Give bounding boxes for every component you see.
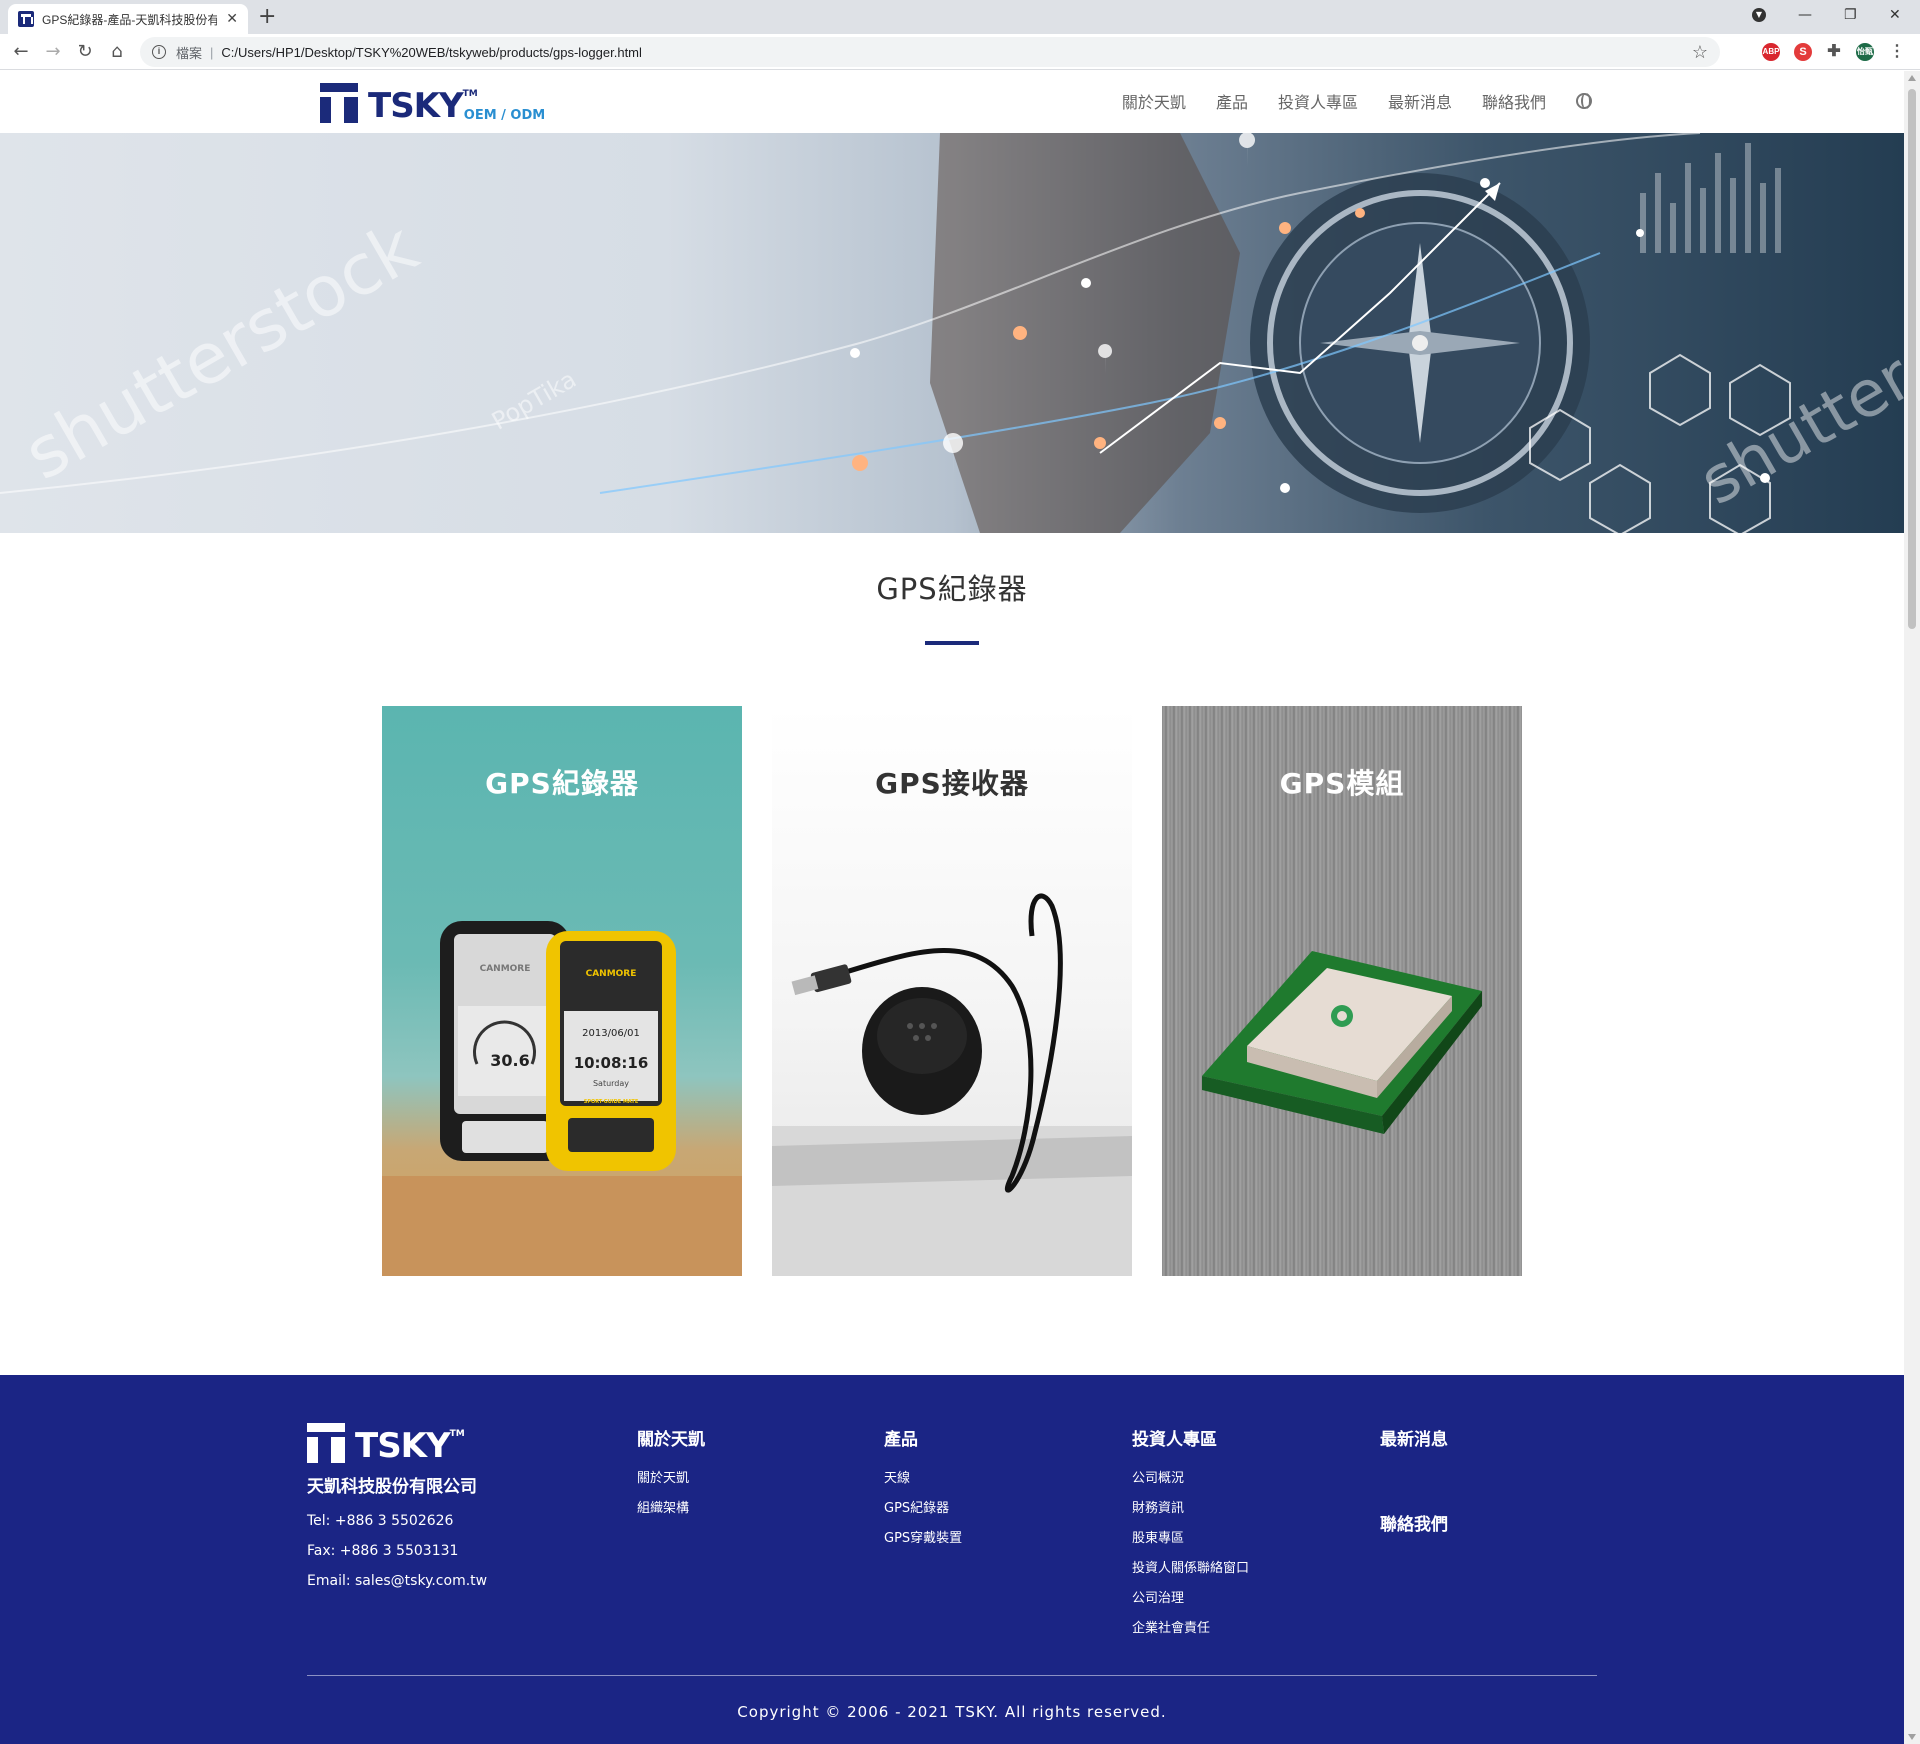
footer-heading-contact[interactable]: 聯絡我們	[1380, 1510, 1448, 1535]
scroll-up-arrow-icon[interactable]	[1908, 75, 1916, 81]
footer-logo-trademark: TM	[449, 1429, 465, 1439]
title-underline	[925, 641, 979, 645]
omnibox-separator: |	[210, 44, 214, 60]
nav-about[interactable]: 關於天凱	[1122, 89, 1186, 113]
browser-toolbar: ← → ↻ ⌂ i 檔案 | C:/Users/HP1/Desktop/TSKY…	[0, 34, 1920, 70]
svg-text:10:08:16: 10:08:16	[574, 1054, 649, 1072]
footer-heading-about[interactable]: 關於天凱	[637, 1425, 705, 1450]
nav-news[interactable]: 最新消息	[1388, 89, 1452, 113]
svg-text:Saturday: Saturday	[593, 1079, 629, 1088]
language-globe-icon[interactable]	[1576, 93, 1592, 109]
footer-col-news-contact: 最新消息 聯絡我們	[1380, 1425, 1448, 1549]
footer-link[interactable]: 天線	[884, 1464, 962, 1494]
svg-text:CANMORE: CANMORE	[586, 969, 637, 979]
watermark-poptika: PopTika	[487, 365, 581, 435]
minimize-button[interactable]: —	[1798, 0, 1812, 30]
gps-logger-device-image: 30.6 CANMORE CANMORE 2013/06/01 10:08:16…	[382, 921, 742, 1276]
footer-link[interactable]: 股東專區	[1132, 1524, 1249, 1554]
main-nav: 關於天凱 產品 投資人專區 最新消息 聯絡我們	[1092, 89, 1592, 113]
browser-tab-bar: GPS紀錄器-產品-天凱科技股份有限公司 ✕ + ▼ — ❐ ✕	[0, 0, 1920, 34]
gps-module-image	[1202, 951, 1482, 1134]
back-arrow-icon[interactable]: ←	[10, 41, 32, 63]
tab-title: GPS紀錄器-產品-天凱科技股份有限公司	[42, 12, 217, 27]
svg-text:CANMORE: CANMORE	[480, 964, 531, 974]
info-icon[interactable]: i	[152, 45, 166, 59]
footer-email[interactable]: Email: sales@tsky.com.tw	[307, 1573, 487, 1589]
footer-heading-products[interactable]: 產品	[884, 1425, 962, 1450]
extensions-puzzle-icon[interactable]: ✚	[1825, 43, 1843, 61]
footer-col-products: 產品 天線 GPS紀錄器 GPS穿戴裝置	[884, 1425, 962, 1554]
footer-col-about: 關於天凱 關於天凱 組織架構	[637, 1425, 705, 1524]
watermark-shutterst: shutterst	[1688, 311, 1904, 519]
logo-trademark: TM	[462, 89, 478, 99]
tsky-favicon-icon	[18, 11, 34, 27]
footer-link[interactable]: GPS紀錄器	[884, 1494, 962, 1524]
s-extension-icon[interactable]: S	[1794, 43, 1812, 61]
page-title: GPS紀錄器	[876, 572, 1028, 606]
file-label: 檔案	[176, 45, 203, 61]
profile-avatar[interactable]: 怡甄	[1856, 43, 1874, 61]
svg-text:SPORT-GUIDE MATE: SPORT-GUIDE MATE	[584, 1099, 639, 1105]
footer-link[interactable]: GPS穿戴裝置	[884, 1524, 962, 1554]
close-tab-icon[interactable]: ✕	[226, 11, 238, 27]
footer-link[interactable]: 投資人關係聯絡窗口	[1132, 1554, 1249, 1584]
footer-logo[interactable]: TSKY TM	[307, 1423, 465, 1463]
tab-search-icon[interactable]: ▼	[1752, 0, 1766, 30]
nav-investors[interactable]: 投資人專區	[1278, 89, 1358, 113]
close-window-button[interactable]: ✕	[1889, 0, 1901, 30]
bookmark-star-icon[interactable]: ☆	[1692, 42, 1708, 63]
footer-divider	[307, 1675, 1597, 1676]
footer-link[interactable]: 組織架構	[637, 1494, 705, 1524]
footer-col-investors: 投資人專區 公司概況 財務資訊 股東專區 投資人關係聯絡窗口 公司治理 企業社會…	[1132, 1425, 1249, 1644]
footer-heading-investors[interactable]: 投資人專區	[1132, 1425, 1249, 1450]
footer-link[interactable]: 企業社會責任	[1132, 1614, 1249, 1644]
card-gps-logger[interactable]: GPS紀錄器 30.6 CANMORE CANMORE 2013/06/01 1…	[382, 706, 742, 1276]
footer-copyright: Copyright © 2006 - 2021 TSKY. All rights…	[737, 1703, 1167, 1721]
watermark-shutterstock: shutterstock	[11, 206, 431, 496]
home-icon[interactable]: ⌂	[106, 41, 128, 63]
logo-subtitle: OEM / ODM	[463, 108, 546, 123]
footer-link[interactable]: 公司概況	[1132, 1464, 1249, 1494]
logo-text: TSKY	[368, 86, 464, 126]
url-text[interactable]: C:/Users/HP1/Desktop/TSKY%20WEB/tskyweb/…	[221, 45, 642, 60]
site-header: TSKY TM OEM / ODM 關於天凱 產品 投資人專區 最新消息 聯絡我…	[0, 71, 1904, 133]
adblock-extension-icon[interactable]: ABP	[1762, 43, 1780, 61]
scrollbar-thumb[interactable]	[1908, 89, 1916, 629]
forward-arrow-icon[interactable]: →	[42, 41, 64, 63]
footer-link[interactable]: 財務資訊	[1132, 1494, 1249, 1524]
gps-receiver-image	[772, 893, 1132, 1276]
footer-logo-text: TSKY	[355, 1426, 451, 1466]
footer-link[interactable]: 公司治理	[1132, 1584, 1249, 1614]
card-gps-module[interactable]: GPS模組	[1162, 706, 1522, 1276]
web-page: TSKY TM OEM / ODM 關於天凱 產品 投資人專區 最新消息 聯絡我…	[0, 71, 1904, 1744]
footer-company-name: 天凱科技股份有限公司	[307, 1477, 477, 1497]
footer-fax: Fax: +886 3 5503131	[307, 1543, 459, 1559]
footer-tel: Tel: +886 3 5502626	[307, 1513, 454, 1529]
browser-menu-icon[interactable]: ⋮	[1888, 43, 1906, 61]
tsky-logo[interactable]: TSKY TM OEM / ODM	[320, 83, 545, 123]
restore-button[interactable]: ❐	[1844, 0, 1857, 30]
new-tab-button[interactable]: +	[258, 4, 276, 30]
footer-heading-news[interactable]: 最新消息	[1380, 1425, 1448, 1450]
site-footer: TSKY TM 天凱科技股份有限公司 Tel: +886 3 5502626 F…	[0, 1375, 1904, 1744]
browser-tab[interactable]: GPS紀錄器-產品-天凱科技股份有限公司 ✕	[8, 4, 248, 34]
nav-contact[interactable]: 聯絡我們	[1482, 89, 1546, 113]
hero-banner: shutterstock PopTika shutterst	[0, 133, 1904, 533]
hero-illustration: shutterstock PopTika shutterst	[0, 133, 1904, 533]
page-scrollbar[interactable]	[1904, 71, 1920, 1744]
svg-text:30.6: 30.6	[490, 1051, 529, 1070]
footer-link[interactable]: 關於天凱	[637, 1464, 705, 1494]
tsky-logo-mark-icon	[320, 83, 358, 123]
scroll-down-arrow-icon[interactable]	[1908, 1734, 1916, 1740]
card-gps-receiver[interactable]: GPS接收器	[772, 706, 1132, 1276]
svg-text:2013/06/01: 2013/06/01	[582, 1028, 640, 1039]
nav-products[interactable]: 產品	[1216, 89, 1248, 113]
footer-logo-mark-icon	[307, 1423, 345, 1463]
reload-icon[interactable]: ↻	[74, 41, 96, 63]
address-bar[interactable]: i 檔案 | C:/Users/HP1/Desktop/TSKY%20WEB/t…	[140, 37, 1720, 67]
